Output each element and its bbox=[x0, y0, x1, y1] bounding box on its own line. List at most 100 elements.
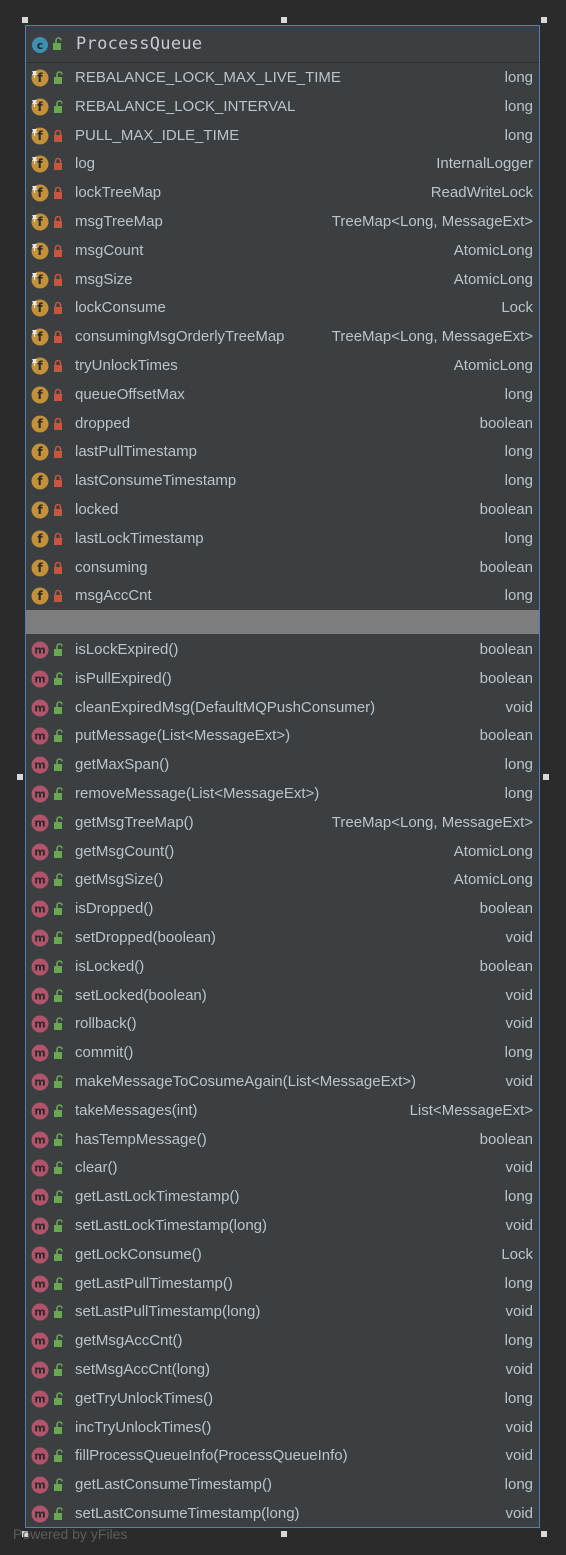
method-name: rollback() bbox=[75, 1015, 137, 1033]
unlocked-padlock-icon bbox=[54, 1104, 63, 1117]
svg-text:m: m bbox=[34, 1508, 45, 1521]
class-header[interactable]: c ProcessQueue bbox=[26, 26, 539, 63]
svg-text:f: f bbox=[37, 359, 43, 373]
field-row[interactable]: f msgSize AtomicLong bbox=[26, 266, 539, 295]
method-row[interactable]: m putMessage(List<MessageExt>) boolean bbox=[26, 722, 539, 751]
method-icon: m bbox=[31, 1217, 49, 1235]
svg-text:m: m bbox=[34, 1047, 45, 1060]
locked-padlock-icon bbox=[54, 186, 62, 200]
svg-text:m: m bbox=[34, 701, 45, 714]
field-row[interactable]: f msgTreeMap TreeMap<Long, MessageExt> bbox=[26, 208, 539, 237]
method-row[interactable]: m removeMessage(List<MessageExt>) long bbox=[26, 780, 539, 809]
method-row[interactable]: m setLocked(boolean) void bbox=[26, 982, 539, 1011]
method-return-type: void bbox=[505, 1505, 533, 1522]
method-return-type: long bbox=[504, 785, 533, 802]
selection-handle-top-left[interactable] bbox=[22, 17, 28, 23]
method-name: putMessage(List<MessageExt>) bbox=[75, 727, 291, 745]
method-row[interactable]: m getTryUnlockTimes() long bbox=[26, 1385, 539, 1414]
method-row[interactable]: m commit() long bbox=[26, 1039, 539, 1068]
method-row[interactable]: m incTryUnlockTimes() void bbox=[26, 1414, 539, 1443]
field-row[interactable]: f log InternalLogger bbox=[26, 150, 539, 179]
method-return-type: void bbox=[505, 929, 533, 946]
method-row[interactable]: m rollback() void bbox=[26, 1010, 539, 1039]
method-row[interactable]: m getMsgCount() AtomicLong bbox=[26, 838, 539, 867]
method-row[interactable]: m fillProcessQueueInfo(ProcessQueueInfo) v… bbox=[26, 1442, 539, 1471]
unlocked-padlock-icon bbox=[54, 672, 63, 685]
method-icon: m bbox=[31, 1303, 49, 1321]
field-row[interactable]: f lastConsumeTimestamp long bbox=[26, 467, 539, 496]
field-row[interactable]: f lockConsume Lock bbox=[26, 294, 539, 323]
locked-padlock-icon bbox=[54, 273, 62, 286]
field-row[interactable]: f lastPullTimestamp long bbox=[26, 438, 539, 467]
method-row[interactable]: m getLastLockTimestamp() long bbox=[26, 1183, 539, 1212]
field-type: AtomicLong bbox=[453, 241, 533, 259]
field-name: lockTreeMap bbox=[75, 184, 162, 202]
method-name: getMsgCount() bbox=[75, 842, 175, 860]
method-return-type: long bbox=[504, 1389, 533, 1407]
field-row[interactable]: f REBALANCE_LOCK_INTERVAL long bbox=[26, 93, 539, 122]
selection-handle-middle-right[interactable] bbox=[543, 774, 549, 780]
section-divider bbox=[26, 610, 539, 634]
field-row[interactable]: f consuming boolean bbox=[26, 554, 539, 583]
unlocked-padlock-icon bbox=[54, 1478, 63, 1492]
method-row[interactable]: m getMaxSpan() long bbox=[26, 751, 539, 780]
field-row[interactable]: f REBALANCE_LOCK_MAX_LIVE_TIME long bbox=[26, 64, 539, 93]
field-row[interactable]: f dropped boolean bbox=[26, 410, 539, 439]
svg-text:f: f bbox=[37, 186, 43, 200]
field-row[interactable]: f consumingMsgOrderlyTreeMap TreeMap<Long,… bbox=[26, 323, 539, 352]
method-return-type: void bbox=[505, 1361, 533, 1378]
method-return-type: TreeMap<Long, MessageExt> bbox=[331, 813, 533, 831]
method-row[interactable]: m setDropped(boolean) void bbox=[26, 924, 539, 953]
selection-handle-bottom-right[interactable] bbox=[541, 1531, 547, 1537]
method-row[interactable]: m setLastConsumeTimestamp(long) void bbox=[26, 1500, 539, 1529]
method-row[interactable]: m getMsgTreeMap() TreeMap<Long, MessageExt… bbox=[26, 809, 539, 838]
method-row[interactable]: m getLockConsume() Lock bbox=[26, 1241, 539, 1270]
method-row[interactable]: m makeMessageToCosumeAgain(List<MessageEx… bbox=[26, 1068, 539, 1097]
method-row[interactable]: m isDropped() boolean bbox=[26, 895, 539, 924]
method-row[interactable]: m getMsgSize() AtomicLong bbox=[26, 866, 539, 895]
method-row[interactable]: m getLastConsumeTimestamp() long bbox=[26, 1471, 539, 1500]
method-icon: m bbox=[31, 1332, 49, 1350]
method-row[interactable]: m takeMessages(int) List<MessageExt> bbox=[26, 1097, 539, 1126]
field-name: lockConsume bbox=[75, 299, 166, 317]
method-row[interactable]: m cleanExpiredMsg(DefaultMQPushConsumer) v… bbox=[26, 694, 539, 723]
method-return-type: void bbox=[505, 698, 533, 716]
unlocked-padlock-icon bbox=[54, 1219, 63, 1232]
method-row[interactable]: m getMsgAccCnt() long bbox=[26, 1327, 539, 1356]
method-name: hasTempMessage() bbox=[75, 1130, 207, 1148]
field-row[interactable]: f lastLockTimestamp long bbox=[26, 525, 539, 554]
method-row[interactable]: m isLocked() boolean bbox=[26, 953, 539, 982]
field-row[interactable]: f locked boolean bbox=[26, 496, 539, 525]
unlocked-padlock-icon bbox=[54, 988, 63, 1002]
method-return-type: List<MessageExt> bbox=[409, 1101, 533, 1119]
selection-handle-top-right[interactable] bbox=[541, 17, 547, 23]
method-row[interactable]: m isLockExpired() boolean bbox=[26, 636, 539, 665]
field-row[interactable]: f msgAccCnt long bbox=[26, 582, 539, 611]
method-row[interactable]: m setLastPullTimestamp(long) void bbox=[26, 1298, 539, 1327]
method-row[interactable]: m setMsgAccCnt(long) void bbox=[26, 1356, 539, 1385]
method-name: getMaxSpan() bbox=[75, 756, 170, 774]
method-name: setLastConsumeTimestamp(long) bbox=[75, 1505, 300, 1522]
method-row[interactable]: m clear() void bbox=[26, 1154, 539, 1183]
field-name: log bbox=[75, 155, 96, 173]
class-node[interactable]: c ProcessQueue f REBALANCE_LOCK_MAX_LIVE_… bbox=[25, 25, 540, 1528]
field-row[interactable]: f lockTreeMap ReadWriteLock bbox=[26, 179, 539, 208]
selection-handle-middle-left[interactable] bbox=[17, 774, 23, 780]
svg-text:f: f bbox=[37, 273, 43, 287]
field-row[interactable]: f tryUnlockTimes AtomicLong bbox=[26, 352, 539, 381]
field-row[interactable]: f queueOffsetMax long bbox=[26, 381, 539, 410]
method-row[interactable]: m isPullExpired() boolean bbox=[26, 665, 539, 694]
unlocked-padlock-icon bbox=[54, 1449, 63, 1463]
method-return-type: Lock bbox=[501, 1245, 533, 1263]
method-row[interactable]: m hasTempMessage() boolean bbox=[26, 1126, 539, 1155]
field-icon: f bbox=[31, 328, 49, 346]
selection-handle-top-center[interactable] bbox=[281, 17, 287, 23]
method-row[interactable]: m setLastLockTimestamp(long) void bbox=[26, 1212, 539, 1241]
field-row[interactable]: f PULL_MAX_IDLE_TIME long bbox=[26, 122, 539, 151]
method-row[interactable]: m getLastPullTimestamp() long bbox=[26, 1270, 539, 1299]
selection-handle-bottom-center[interactable] bbox=[281, 1531, 287, 1537]
unlocked-padlock-icon bbox=[54, 643, 63, 656]
field-icon: f bbox=[31, 501, 49, 519]
field-row[interactable]: f msgCount AtomicLong bbox=[26, 237, 539, 266]
svg-text:m: m bbox=[34, 1104, 45, 1117]
